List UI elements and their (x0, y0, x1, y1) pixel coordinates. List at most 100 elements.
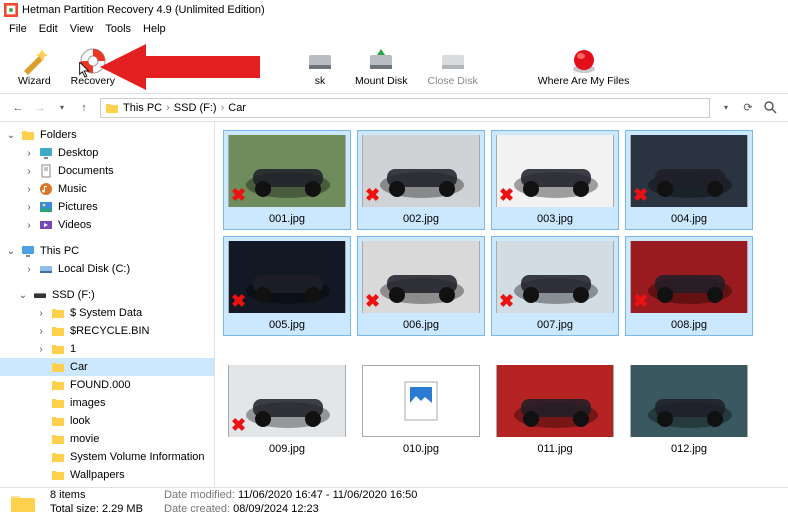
thumb-image: ✖ (228, 365, 346, 437)
folder-icon (50, 431, 66, 447)
deleted-marker-icon: ✖ (365, 292, 380, 310)
expand-icon[interactable]: › (34, 344, 48, 355)
title-bar: Hetman Partition Recovery 4.9 (Unlimited… (0, 0, 788, 20)
monitor-icon (20, 243, 36, 259)
sidebar-tree[interactable]: ⌄ Folders › Desktop › Documents ›Music›Pictu… (0, 122, 215, 487)
menu-help[interactable]: Help (138, 23, 171, 35)
tree-item[interactable]: ›1 (0, 340, 214, 358)
recovery-button[interactable]: Recovery (61, 45, 125, 89)
nav-back-button[interactable]: ← (8, 98, 28, 118)
thumb-image: ✖ (496, 241, 614, 313)
nav-up-button[interactable]: ↑ (74, 98, 94, 118)
folder-icon (50, 395, 66, 411)
status-modified-val: 11/06/2020 16:47 - 11/06/2020 16:50 (238, 489, 417, 501)
breadcrumb-seg-0[interactable]: This PC (123, 102, 162, 114)
menu-tools[interactable]: Tools (100, 23, 136, 35)
tree-item[interactable]: look (0, 412, 214, 430)
deleted-marker-icon: ✖ (231, 292, 246, 310)
close-disk-label: Close Disk (428, 75, 478, 87)
file-thumb[interactable]: 012.jpg (625, 360, 753, 460)
tree-item[interactable]: ›Videos (0, 216, 214, 234)
tree-item-label: $ System Data (70, 307, 142, 319)
file-thumb[interactable]: ✖008.jpg (625, 236, 753, 336)
file-thumb[interactable]: ✖005.jpg (223, 236, 351, 336)
tree-item[interactable]: images (0, 394, 214, 412)
tree-item[interactable]: Car (0, 358, 214, 376)
breadcrumb-dropdown-button[interactable]: ▾ (716, 98, 736, 118)
expand-icon[interactable]: › (22, 264, 36, 275)
tree-section-thispc[interactable]: ⌄ This PC (0, 242, 214, 260)
folder-icon (105, 101, 119, 115)
tree-item[interactable]: ›Pictures (0, 198, 214, 216)
tree-item-label: Car (70, 361, 88, 373)
breadcrumb[interactable]: This PC› SSD (F:)› Car (100, 98, 710, 118)
status-bar: 8 items Total size: 2.29 MB Date modifie… (0, 487, 788, 517)
tree-item-localdisk[interactable]: › Local Disk (C:) (0, 260, 214, 278)
breadcrumb-seg-1[interactable]: SSD (F:) (174, 102, 217, 114)
file-thumb[interactable]: ✖001.jpg (223, 130, 351, 230)
where-files-button[interactable]: Where Are My Files (528, 45, 640, 89)
expand-icon[interactable]: › (22, 148, 36, 159)
mount-disk-icon (367, 47, 395, 75)
photo-thumb (631, 135, 747, 207)
file-view[interactable]: ✖001.jpg✖002.jpg✖003.jpg✖004.jpg ✖005.jpg… (215, 122, 788, 487)
photo-thumb (497, 241, 613, 313)
collapse-icon[interactable]: ⌄ (4, 246, 18, 257)
lifebuoy-icon (79, 47, 107, 75)
file-thumb[interactable]: ✖004.jpg (625, 130, 753, 230)
expand-icon[interactable]: › (22, 220, 36, 231)
expand-icon[interactable]: › (22, 166, 36, 177)
photo-thumb (363, 135, 479, 207)
file-thumb[interactable]: ✖009.jpg (223, 360, 351, 460)
expand-icon[interactable]: › (22, 202, 36, 213)
tree-item[interactable]: FOUND.000 (0, 376, 214, 394)
menu-edit[interactable]: Edit (34, 23, 63, 35)
tree-item-label: Desktop (58, 147, 98, 159)
menu-file[interactable]: File (4, 23, 32, 35)
nav-bar: ← → ▾ ↑ This PC› SSD (F:)› Car ▾ ⟳ (0, 94, 788, 122)
menu-bar: File Edit View Tools Help (0, 20, 788, 38)
breadcrumb-seg-2[interactable]: Car (228, 102, 246, 114)
nav-history-button[interactable]: ▾ (52, 98, 72, 118)
collapse-icon[interactable]: ⌄ (16, 290, 30, 301)
tree-section-folders[interactable]: ⌄ Folders (0, 126, 214, 144)
tree-item[interactable]: System Volume Information (0, 448, 214, 466)
tree-item-label: FOUND.000 (70, 379, 131, 391)
photo-thumb (631, 241, 747, 313)
expand-icon[interactable]: › (34, 326, 48, 337)
tree-item-label: Documents (58, 165, 114, 177)
hidden-disk-button[interactable]: sk (295, 45, 345, 89)
wizard-button[interactable]: Wizard (8, 45, 61, 89)
tree-item[interactable]: movie (0, 430, 214, 448)
deleted-marker-icon: ✖ (499, 292, 514, 310)
photo-thumb (631, 365, 747, 437)
file-thumb[interactable]: ✖007.jpg (491, 236, 619, 336)
file-thumb[interactable]: ✖006.jpg (357, 236, 485, 336)
search-button[interactable] (760, 98, 780, 118)
status-size: Total size: 2.29 MB (50, 503, 164, 517)
deleted-marker-icon: ✖ (499, 186, 514, 204)
tree-item[interactable]: › Desktop (0, 144, 214, 162)
close-disk-icon (439, 47, 467, 75)
expand-icon[interactable]: › (22, 184, 36, 195)
tree-item[interactable]: Wallpapers (0, 466, 214, 484)
hidden-disk-label: sk (315, 75, 326, 87)
tree-section-ssd[interactable]: ⌄ SSD (F:) (0, 286, 214, 304)
collapse-icon[interactable]: ⌄ (4, 130, 18, 141)
file-thumb[interactable]: 011.jpg (491, 360, 619, 460)
tree-item[interactable]: › Documents (0, 162, 214, 180)
refresh-button[interactable]: ⟳ (738, 98, 758, 118)
file-thumb[interactable]: ✖002.jpg (357, 130, 485, 230)
thumb-image: ✖ (362, 241, 480, 313)
tree-item[interactable]: › $ System Data (0, 304, 214, 322)
folder-large-icon (10, 492, 36, 514)
mount-disk-button[interactable]: Mount Disk (345, 45, 418, 89)
file-thumb[interactable]: 010.jpg (357, 360, 485, 460)
music-icon (38, 181, 54, 197)
tree-item[interactable]: ›Music (0, 180, 214, 198)
tree-item[interactable]: ›$RECYCLE.BIN (0, 322, 214, 340)
thumb-image (362, 365, 480, 437)
file-thumb[interactable]: ✖003.jpg (491, 130, 619, 230)
menu-view[interactable]: View (65, 23, 99, 35)
expand-icon[interactable]: › (34, 308, 48, 319)
